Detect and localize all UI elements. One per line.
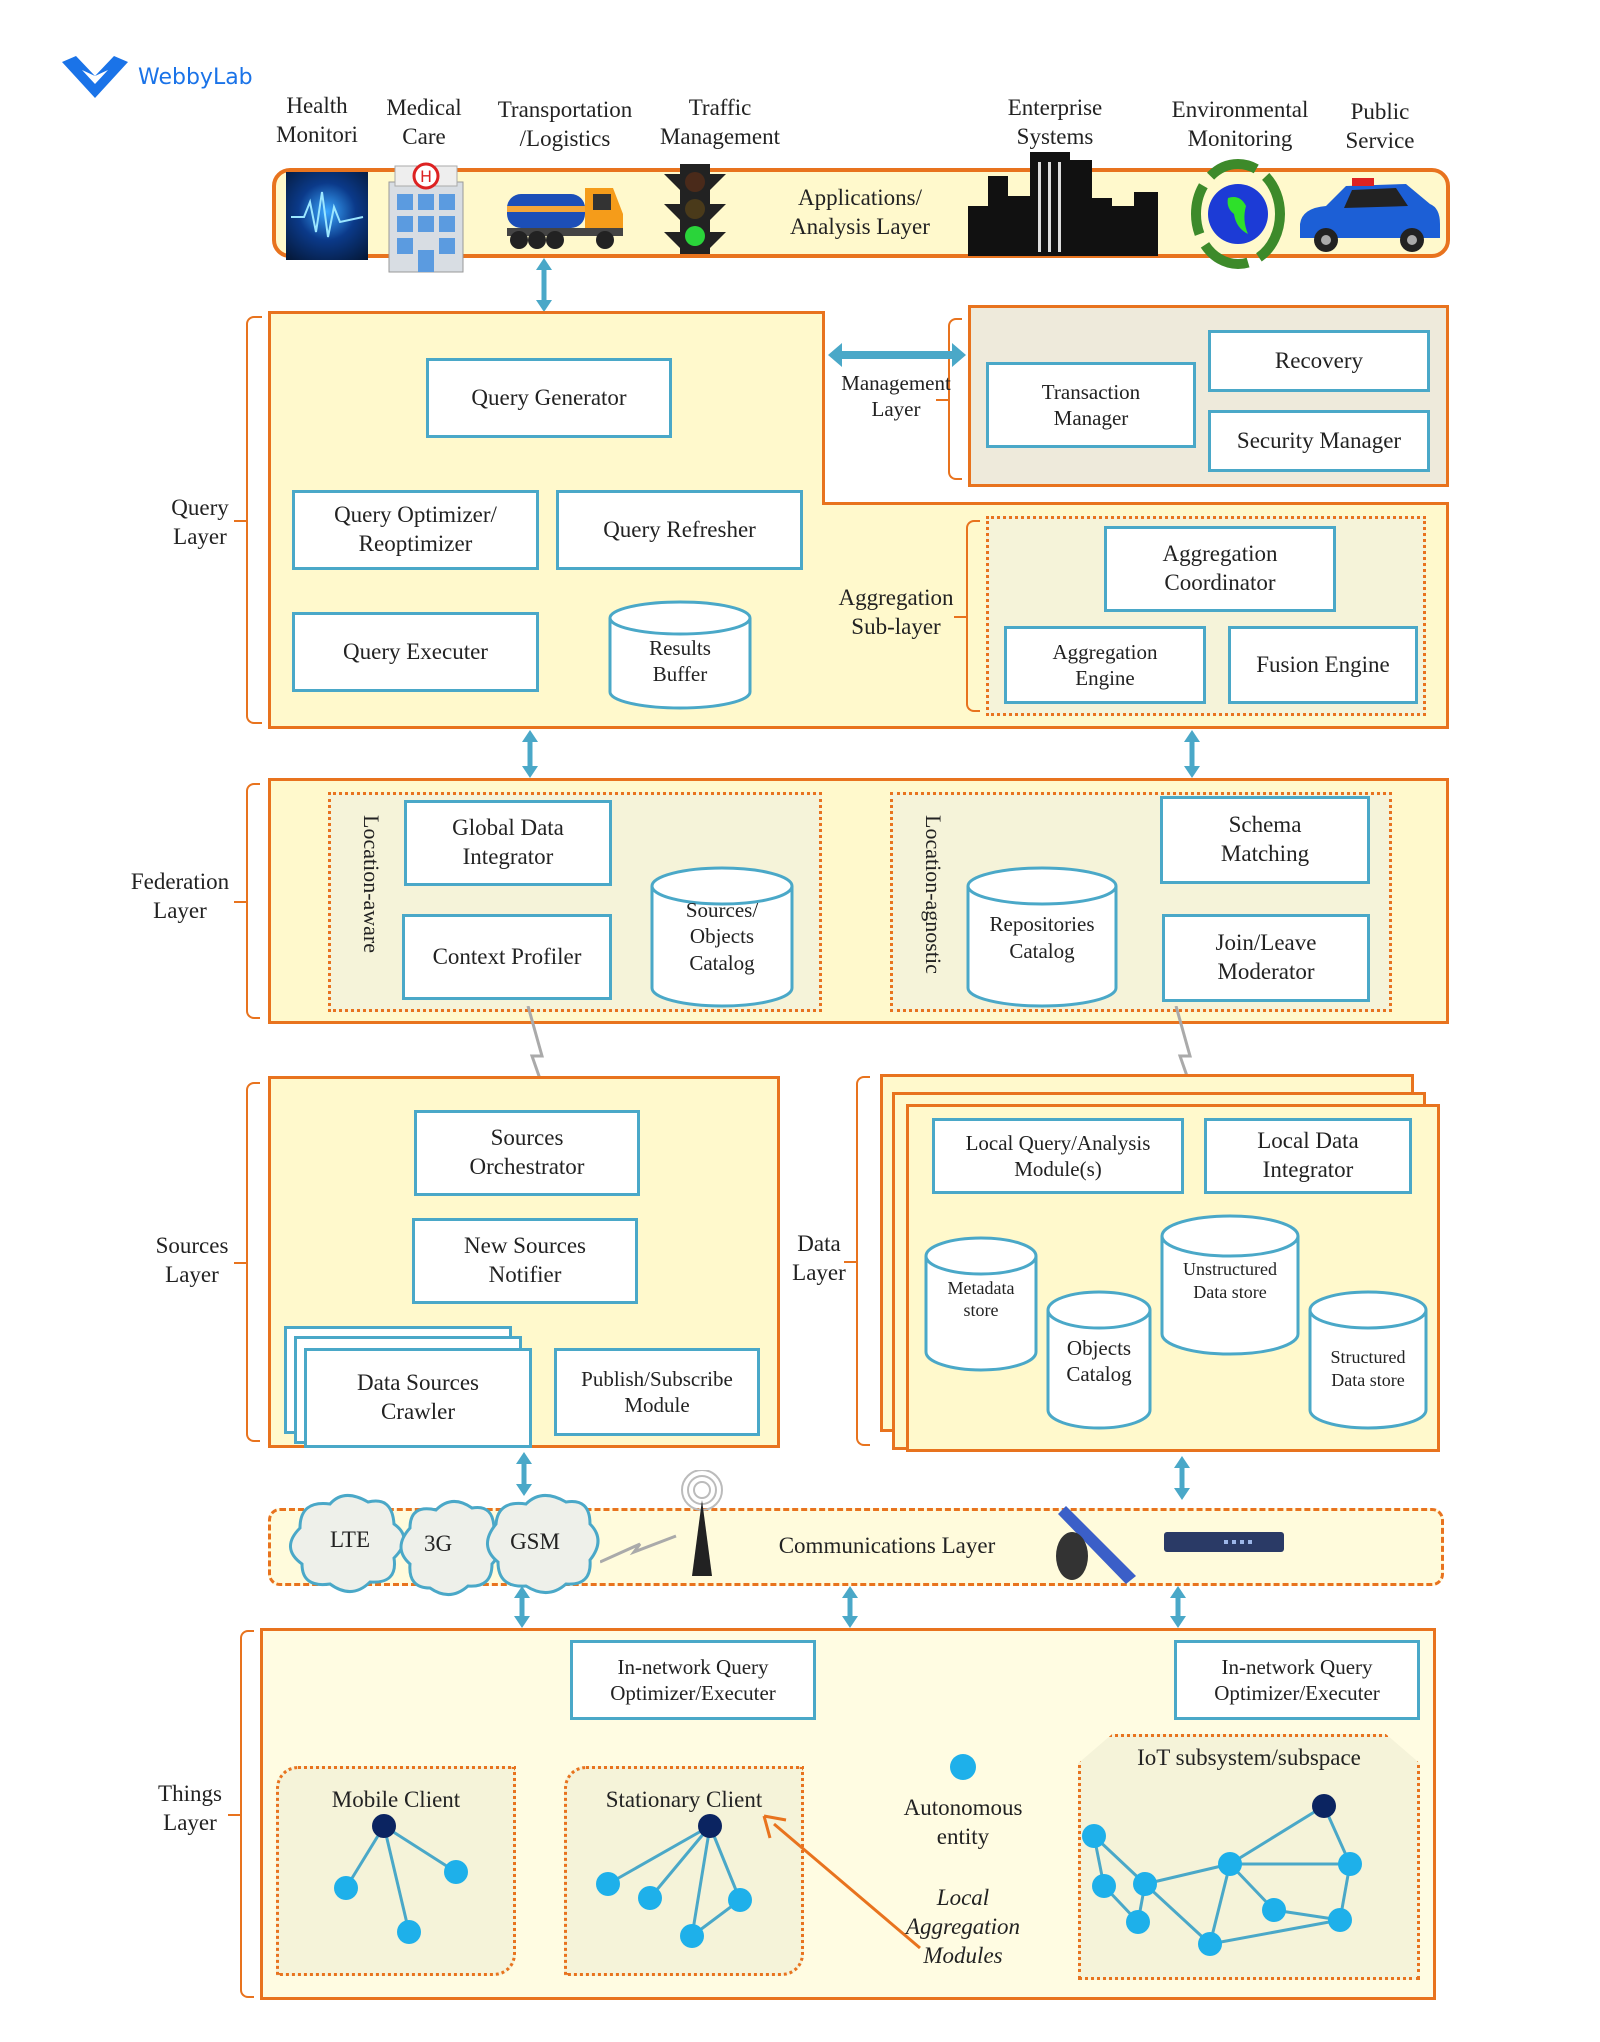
webbylab-logo: WebbyLab [60,56,253,98]
sources-orchestrator: Sources Orchestrator [414,1110,640,1196]
arrow-comms-things-3 [1170,1586,1186,1628]
local-aggregation-modules-label: Local Aggregation Modules [905,1885,1021,1968]
location-aware-label: Location-aware [359,815,384,954]
schema-matching: Schema Matching [1160,796,1370,884]
query-executer: Query Executer [292,612,539,692]
innetwork-query-optimizer-2: In-network Query Optimizer/Executer [1174,1640,1420,1720]
autonomous-entity-label: Autonomous entity [903,1795,1023,1849]
data-layer-brace [844,1076,870,1446]
structured-data-store: Structured Data store [1308,1290,1428,1430]
location-agnostic-label: Location-agnostic [921,815,946,974]
app-label-health: Health Monitori [276,93,358,147]
app-label-enterprise: Enterprise Systems [1007,95,1103,149]
sources-objects-catalog-label: Sources/ Objects Catalog [685,898,759,975]
arrow-comms-things-1 [514,1586,530,1628]
aggregation-sublayer-brace [954,520,980,712]
aggregation-coordinator: Aggregation Coordinator [1104,526,1336,612]
applications-layer-label: Applications/ Analysis Layer [790,185,930,239]
aggregation-engine: Aggregation Engine [1004,626,1206,704]
local-query-analysis-module: Local Query/Analysis Module(s) [932,1118,1184,1194]
app-label-transportation: Transportation /Logistics [497,97,633,151]
metadata-store-label: Metadata store [947,1277,1015,1321]
webbylab-logo-icon [62,56,128,98]
arrow-query-federation-right [1184,730,1200,778]
tanker-truck-icon [505,178,625,256]
aggregation-sublayer-label: Aggregation Sub-layer [838,585,954,639]
query-generator: Query Generator [426,358,672,438]
transaction-manager: Transaction Manager [986,362,1196,448]
aggregator-node [372,1814,396,1838]
app-label-medical: Medical Care [386,95,462,149]
brain-wave-icon [286,172,368,260]
publish-subscribe-module: Publish/Subscribe Module [554,1348,760,1436]
repositories-catalog-label: Repositories Catalog [989,912,1095,963]
satellite-icon [1056,1506,1136,1584]
query-optimizer: Query Optimizer/ Reoptimizer [292,490,539,570]
fusion-engine: Fusion Engine [1228,626,1418,704]
arrow-app-query [536,258,552,312]
app-label-public-service: Public Service [1345,99,1415,153]
node [397,1920,421,1944]
cloud-lte: LTE [329,1527,371,1552]
unstructured-data-store: Unstructured Data store [1160,1214,1300,1356]
objects-catalog: Objects Catalog [1046,1290,1152,1430]
sources-objects-catalog: Sources/ Objects Catalog [650,866,794,1008]
communications-layer-label: Communications Layer [778,1533,996,1558]
unstructured-data-store-label: Unstructured Data store [1183,1259,1277,1302]
arrow-comms-things-2 [842,1586,858,1628]
arrow-data-comms [1174,1456,1190,1500]
query-layer-label: Query Layer [171,495,229,549]
iot-subsystem-network [1082,1794,1362,1956]
brand-name: WebbyLab [138,64,253,90]
things-layer-label: Things Layer [158,1781,222,1835]
node [444,1860,468,1884]
results-buffer: Results Buffer [608,600,752,710]
new-sources-notifier: New Sources Notifier [412,1218,638,1304]
sources-layer-brace [234,1082,260,1442]
metadata-store: Metadata store [924,1236,1038,1372]
federation-layer-label: Federation Layer [130,869,230,923]
cell-tower-icon [600,1470,723,1576]
network-router-icon [1164,1532,1284,1552]
city-skyline-icon [968,152,1158,256]
join-leave-moderator: Join/Leave Moderator [1162,914,1370,1002]
arrow-query-federation-left [522,730,538,778]
data-layer-label: Data Layer [792,1231,846,1285]
local-data-integrator: Local Data Integrator [1204,1118,1412,1194]
recovery: Recovery [1208,330,1430,392]
security-manager: Security Manager [1208,410,1430,472]
arrow-management [828,343,966,367]
sources-layer-label: Sources Layer [155,1233,229,1287]
query-refresher: Query Refresher [556,490,803,570]
cloud-gsm: GSM [510,1529,560,1554]
node [334,1876,358,1900]
management-layer-label: Management Layer [841,371,951,422]
results-buffer-label: Results Buffer [649,636,711,687]
innetwork-query-optimizer-1: In-network Query Optimizer/Executer [570,1640,816,1720]
structured-data-store-label: Structured Data store [1330,1347,1406,1390]
app-label-environmental: Environmental Monitoring [1171,97,1309,151]
global-data-integrator: Global Data Integrator [404,800,612,886]
objects-catalog-label: Objects Catalog [1066,1335,1132,1387]
police-car-icon [1296,178,1442,256]
repositories-catalog: Repositories Catalog [966,866,1118,1008]
traffic-light-icon [660,160,730,258]
things-layer-brace [228,1630,254,1998]
query-layer-bottom-border [268,726,1449,729]
svg-text:H: H [420,167,432,186]
mobile-client-network [334,1814,468,1944]
app-label-traffic: Traffic Management [659,95,781,149]
context-profiler: Context Profiler [402,914,612,1000]
data-sources-crawler: Data Sources Crawler [304,1348,532,1448]
cloud-3g: 3G [423,1531,453,1556]
federation-layer-brace [234,783,260,1019]
hospital-icon: H [385,158,467,274]
autonomous-entity-node-icon [950,1754,976,1780]
recycle-globe-icon [1190,158,1286,270]
